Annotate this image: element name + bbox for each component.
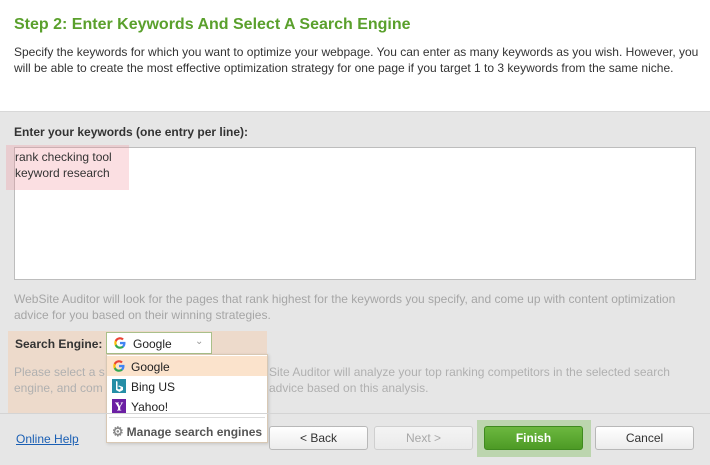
step-description: Specify the keywords for which you want … [14, 45, 699, 75]
dropdown-divider [109, 417, 265, 418]
footer-divider [0, 413, 710, 414]
svg-text:Y: Y [114, 401, 123, 414]
dropdown-item-google[interactable]: Google [107, 356, 267, 376]
wizard-header: Step 2: Enter Keywords And Select A Sear… [0, 0, 710, 112]
manage-search-engines-label: Manage search engines [126, 425, 263, 439]
dropdown-item-bing[interactable]: Bing US [107, 376, 267, 396]
cancel-button[interactable]: Cancel [595, 426, 694, 450]
dropdown-item-label: Google [131, 360, 170, 374]
dropdown-item-label: Yahoo! [131, 400, 169, 414]
manage-search-engines-item[interactable]: ⚙ Manage search engines [112, 424, 262, 440]
gear-icon: ⚙ [112, 424, 124, 439]
next-button[interactable]: Next > [374, 426, 473, 450]
keyword-line: keyword research [15, 166, 110, 180]
google-icon [112, 359, 126, 373]
finish-button[interactable]: Finish [484, 426, 583, 450]
search-engine-label: Search Engine: [15, 337, 103, 351]
search-engine-dropdown: Google Bing US Y Yahoo! ⚙ Manage search e… [106, 354, 268, 443]
back-button[interactable]: < Back [269, 426, 368, 450]
yahoo-icon: Y [112, 399, 126, 414]
help-fragment: Please select a s [14, 365, 105, 379]
search-engine-value: Google [133, 337, 172, 351]
keyword-line: rank checking tool [15, 150, 112, 164]
page-title: Step 2: Enter Keywords And Select A Sear… [14, 16, 411, 33]
bing-icon [112, 379, 126, 393]
dropdown-item-label: Bing US [131, 380, 176, 394]
search-engine-select[interactable]: Google ⌄ [106, 332, 212, 354]
online-help-link[interactable]: Online Help [16, 432, 79, 446]
keywords-textarea[interactable]: rank checking tool keyword research [6, 145, 696, 280]
help-fragment: Site Auditor will analyze your top ranki… [269, 365, 670, 379]
help-fragment: advice based on this analysis. [269, 381, 429, 395]
keywords-help-text: WebSite Auditor will look for the pages … [14, 292, 676, 322]
google-icon [113, 336, 127, 353]
keywords-label: Enter your keywords (one entry per line)… [14, 125, 249, 139]
help-fragment: engine, and com [14, 381, 103, 395]
chevron-down-icon: ⌄ [195, 336, 204, 347]
